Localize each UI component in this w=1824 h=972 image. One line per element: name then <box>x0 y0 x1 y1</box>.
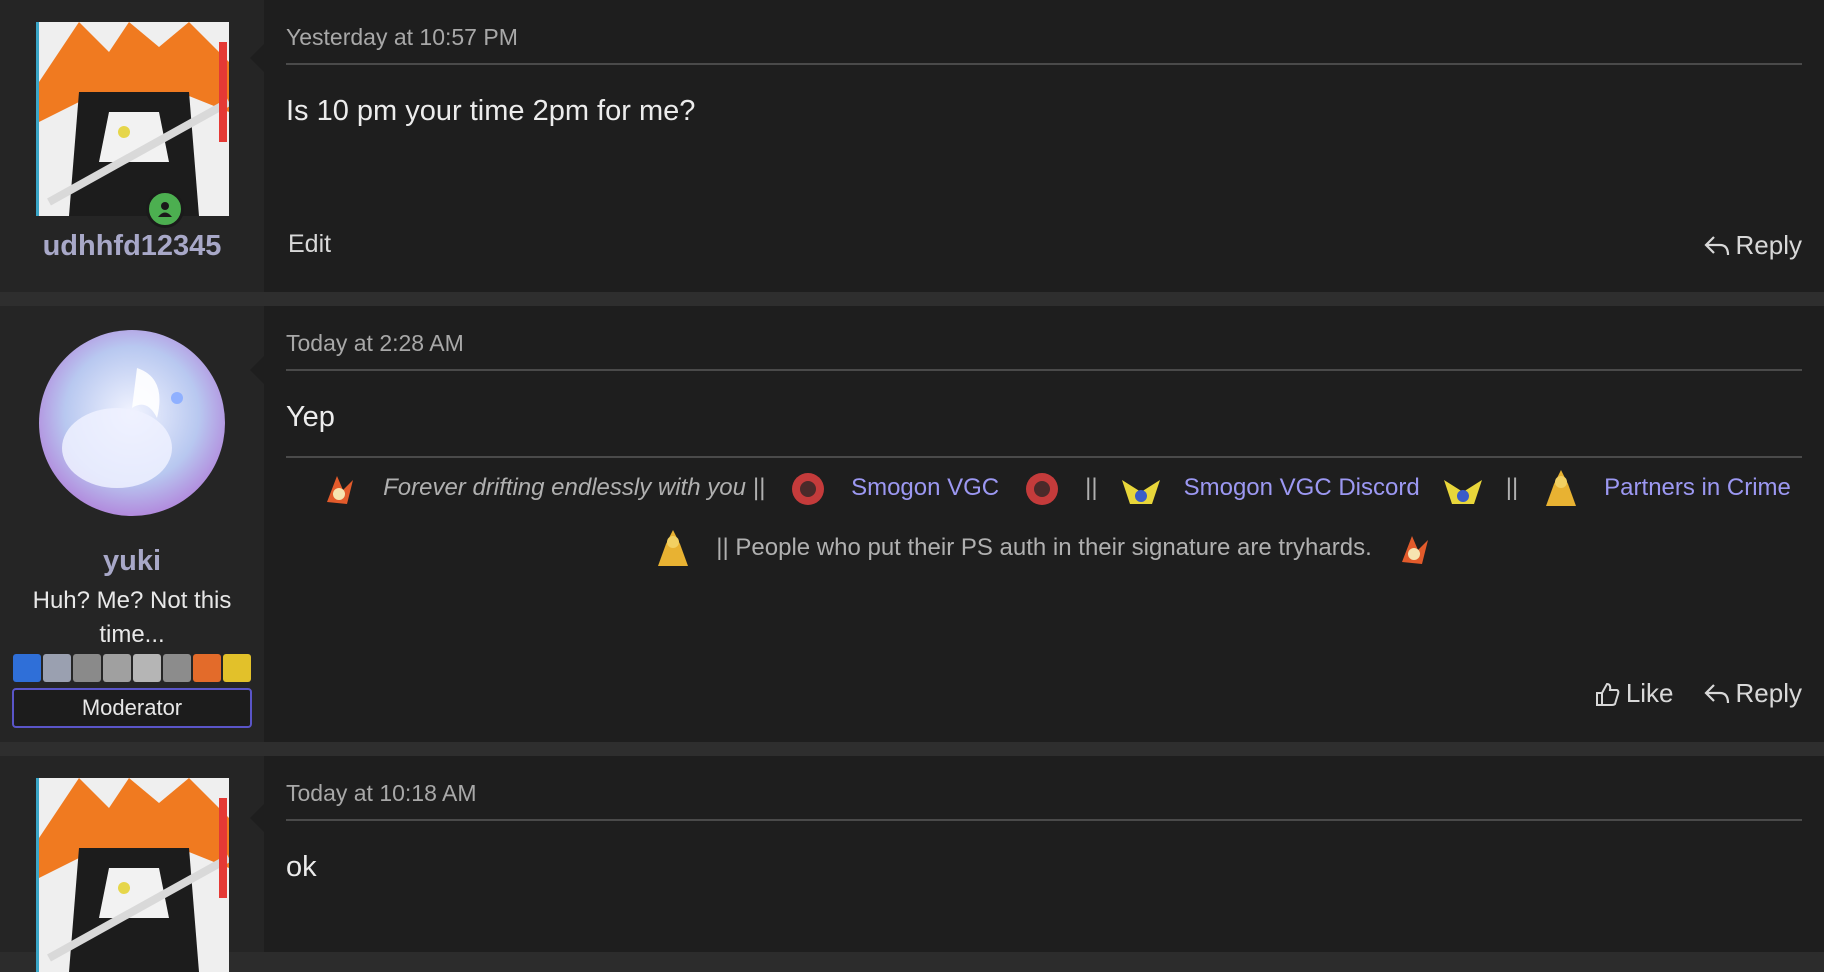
signature-tail: || People who put their PS auth in their… <box>716 534 1372 561</box>
normal-badge-icon <box>43 654 71 682</box>
post-separator <box>0 292 1824 306</box>
avatar[interactable] <box>37 328 227 523</box>
reply-label: Reply <box>1735 230 1802 260</box>
pokemon-sprite-icon <box>1443 479 1482 504</box>
like-button[interactable]: Like <box>1594 678 1674 709</box>
post-body: Is 10 pm your time 2pm for me? <box>286 95 696 127</box>
moderator-badge[interactable]: Moderator <box>12 688 252 728</box>
user-column: yuki Huh? Me? Not this time... Moderator <box>0 306 264 742</box>
user-column: udhhfd12345 <box>0 0 264 292</box>
username[interactable]: udhhfd12345 <box>43 230 222 263</box>
electric-badge-icon <box>223 654 251 682</box>
avatar-image <box>39 330 225 516</box>
water-badge-icon <box>13 654 41 682</box>
avatar[interactable] <box>35 778 229 972</box>
partners-in-crime-link[interactable]: Partners in Crime <box>1604 474 1791 501</box>
online-status-icon <box>145 190 184 228</box>
message-column: Today at 2:28 AM Yep Forever drifting en… <box>264 306 1824 742</box>
pokemon-sprite-icon <box>1546 469 1577 506</box>
pokemon-sprite-icon <box>1121 479 1160 504</box>
pokemon-sprite-icon <box>1401 535 1428 564</box>
post-separator <box>0 742 1824 756</box>
avatar[interactable] <box>35 22 229 228</box>
like-label: Like <box>1625 678 1674 708</box>
rock-badge-icon <box>133 654 161 682</box>
edit-button[interactable]: Edit <box>288 230 331 259</box>
post-2: yuki Huh? Me? Not this time... Moderator… <box>0 306 1824 742</box>
pokemon-sprite-icon <box>327 475 354 504</box>
reply-icon <box>1703 683 1729 703</box>
post-actions: Like Reply <box>1594 678 1802 709</box>
post-body: Yep <box>286 401 335 433</box>
post-1: udhhfd12345 Yesterday at 10:57 PM Is 10 … <box>0 0 1824 292</box>
post-actions: Reply <box>1703 230 1802 261</box>
avatar-image <box>38 22 229 216</box>
user-custom-title: Huh? Me? Not this time... <box>32 587 232 648</box>
fire-badge-icon <box>193 654 221 682</box>
reply-button[interactable]: Reply <box>1703 678 1802 709</box>
reply-label: Reply <box>1735 678 1802 708</box>
like-icon <box>1595 682 1620 706</box>
steel-badge-icon <box>103 654 131 682</box>
smogon-vgc-link[interactable]: Smogon VGC <box>851 474 999 501</box>
user-column <box>0 756 264 972</box>
signature-quote: Forever drifting endlessly with you || <box>383 474 766 501</box>
post-body: ok <box>286 851 317 883</box>
gear-badge-icon <box>163 654 191 682</box>
post-3: Today at 10:18 AM ok <box>0 756 1824 972</box>
message-column: Yesterday at 10:57 PM Is 10 pm your time… <box>264 0 1824 292</box>
reply-button[interactable]: Reply <box>1703 230 1802 261</box>
pokemon-sprite-icon <box>1026 472 1059 505</box>
post-pointer <box>250 804 264 832</box>
post-pointer <box>250 44 264 72</box>
reply-icon <box>1703 235 1729 255</box>
post-timestamp[interactable]: Today at 10:18 AM <box>286 780 1802 821</box>
signature-separator: || <box>1505 474 1519 501</box>
username[interactable]: yuki <box>103 545 161 578</box>
fighting-badge-icon <box>73 654 101 682</box>
post-pointer <box>250 356 264 384</box>
thread: udhhfd12345 Yesterday at 10:57 PM Is 10 … <box>0 0 1824 972</box>
signature: Forever drifting endlessly with you || Sm… <box>286 458 1802 578</box>
signature-separator: || <box>1085 474 1098 501</box>
type-badges <box>12 654 252 682</box>
pokemon-sprite-icon <box>792 472 825 505</box>
pokemon-sprite-icon <box>658 529 689 566</box>
post-timestamp[interactable]: Today at 2:28 AM <box>286 330 1802 371</box>
smogon-vgc-discord-link[interactable]: Smogon VGC Discord <box>1184 474 1420 501</box>
post-timestamp[interactable]: Yesterday at 10:57 PM <box>286 24 1802 65</box>
avatar-image <box>38 778 229 972</box>
message-column: Today at 10:18 AM ok <box>264 756 1824 952</box>
